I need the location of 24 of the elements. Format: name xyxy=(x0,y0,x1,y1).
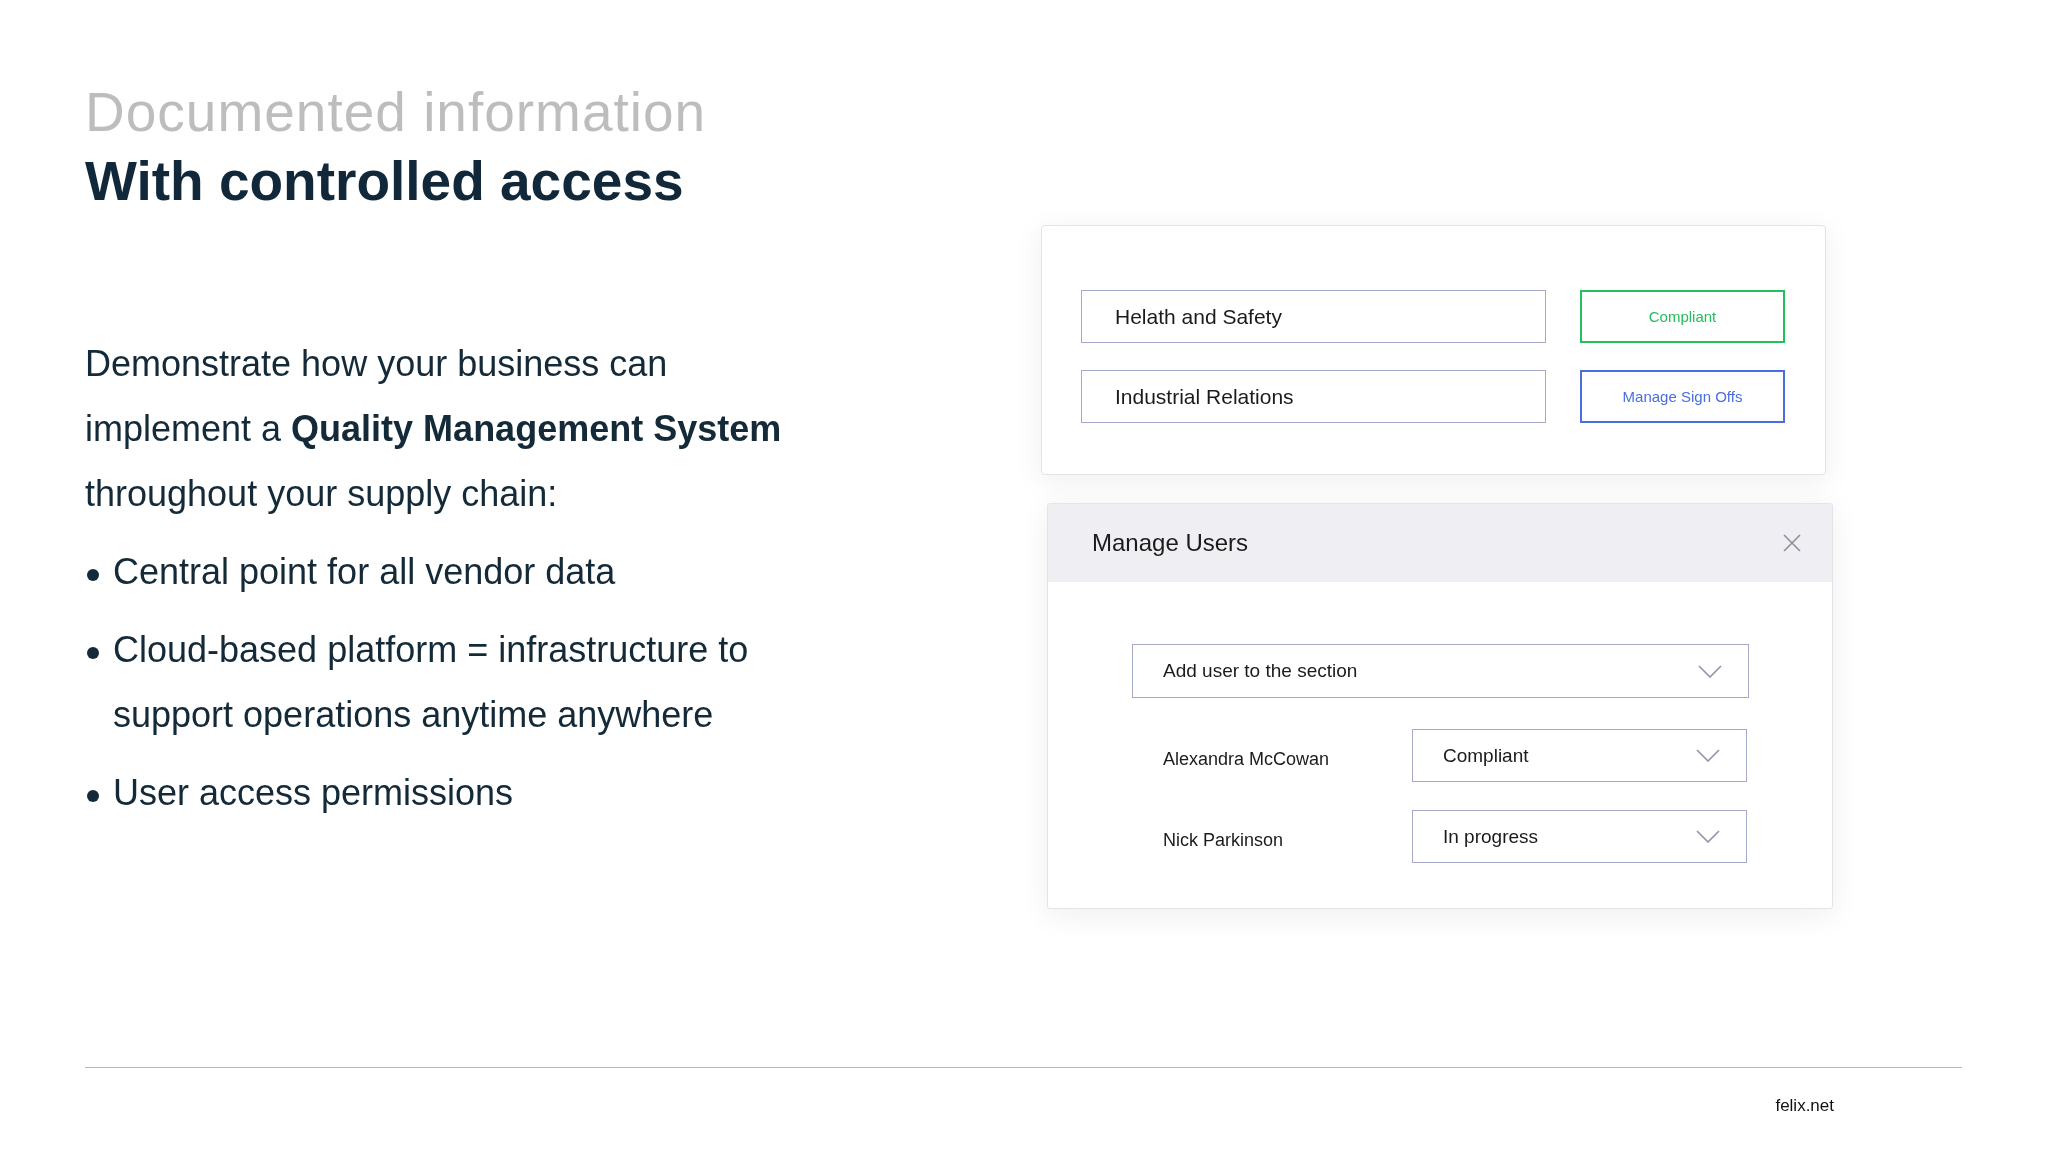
section-field[interactable]: Helath and Safety xyxy=(1081,290,1546,343)
action-button[interactable]: Manage Sign Offs xyxy=(1580,370,1785,423)
user-name: Alexandra McCowan xyxy=(1163,749,1330,770)
site-url: felix.net xyxy=(1775,1096,1834,1116)
bullet-text: Central point for all vendor data xyxy=(113,550,616,594)
chevron-icon xyxy=(1698,664,1722,678)
chevron-icon xyxy=(1696,749,1720,762)
bullet-icon xyxy=(87,790,99,802)
intro-text: Demonstrate how your business can implement a Quality Management System throughout your supply chain: xyxy=(85,342,783,516)
bullet-text: User access permissions xyxy=(113,771,514,815)
chevron-icon xyxy=(1696,830,1720,843)
status-select[interactable]: Compliant xyxy=(1412,729,1747,782)
user-name: Nick Parkinson xyxy=(1163,830,1284,851)
panel-title: Manage Users xyxy=(1092,529,1249,557)
section-field[interactable]: Industrial Relations xyxy=(1081,370,1546,423)
bullet-icon xyxy=(87,647,99,659)
close-icon[interactable] xyxy=(1783,534,1801,552)
status-badge: Compliant xyxy=(1580,290,1785,343)
bullet-icon xyxy=(87,569,99,581)
bullet-text: Cloud-based platform = infrastructure to support operations anytime anywhere xyxy=(113,628,750,737)
main-heading: With controlled access xyxy=(85,149,684,214)
status-select[interactable]: In progress xyxy=(1412,810,1747,863)
add-user-select[interactable]: Add user to the section xyxy=(1132,644,1749,698)
subtitle-heading: Documented information xyxy=(85,80,707,145)
